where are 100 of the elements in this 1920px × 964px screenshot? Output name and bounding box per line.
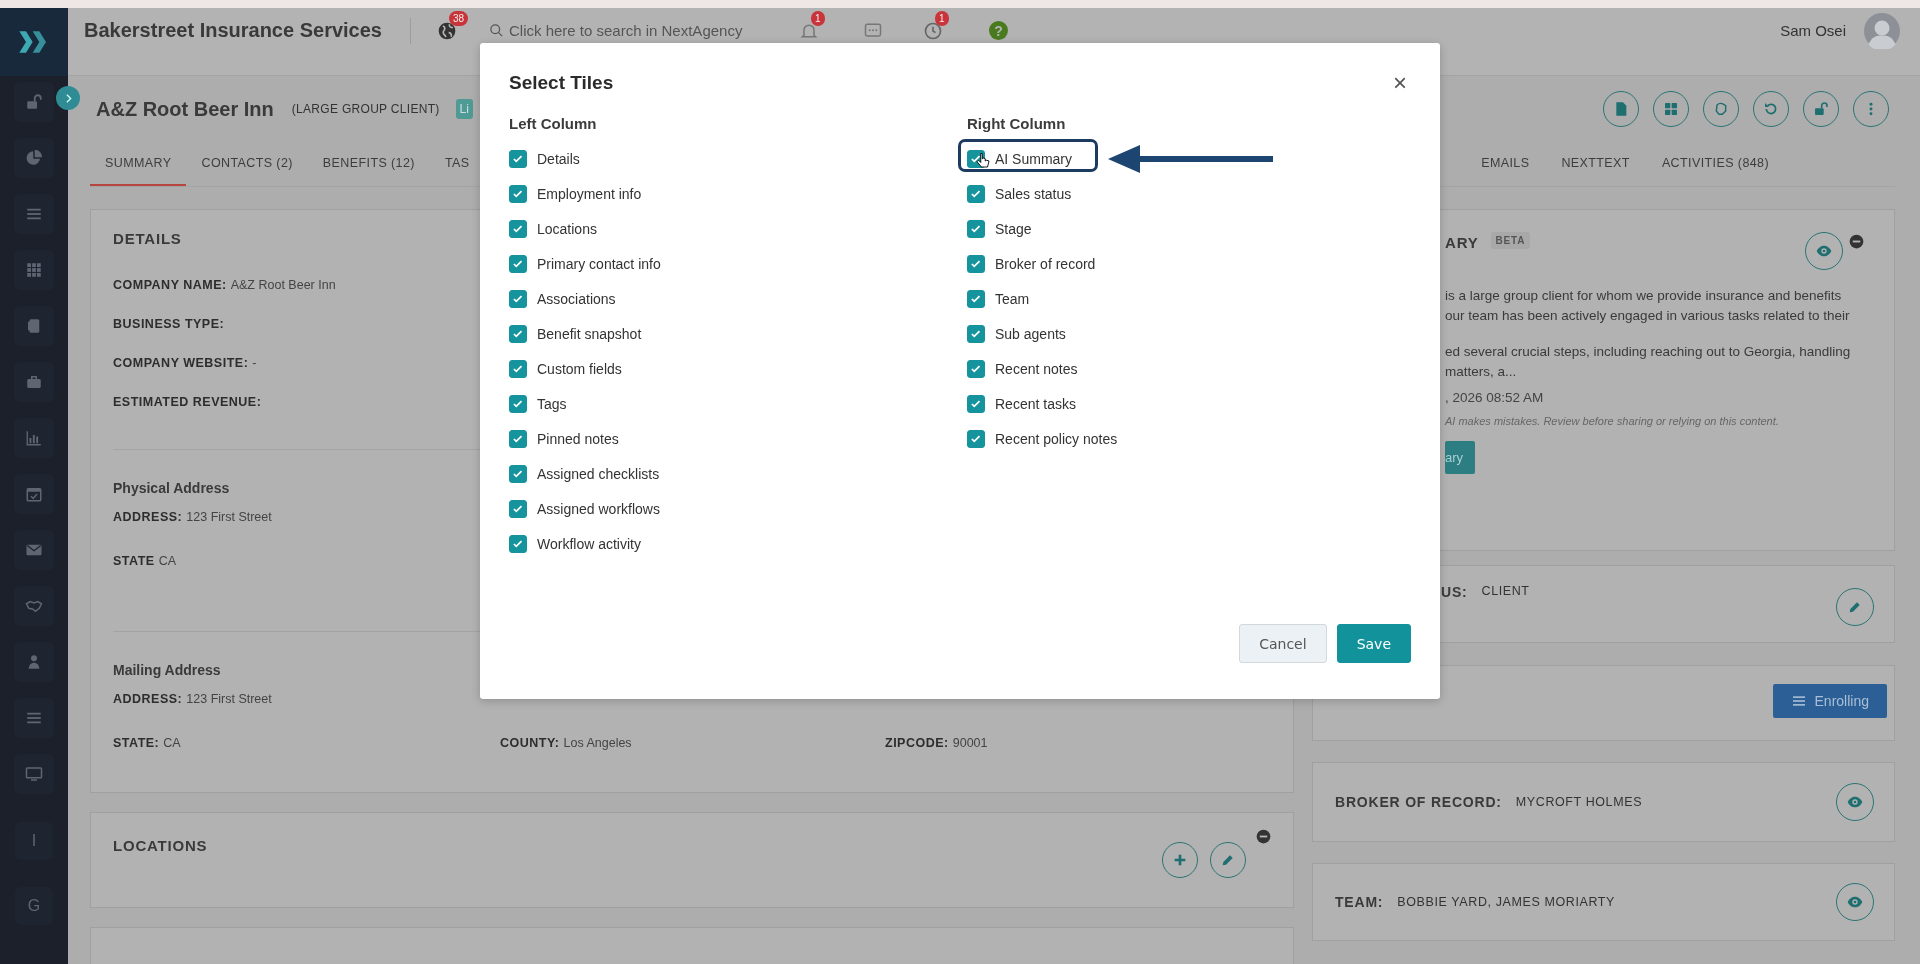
tile-option[interactable]: Assigned checklists — [509, 460, 660, 487]
card-title: BROKER OF RECORD: — [1335, 794, 1502, 810]
sidebar-button[interactable] — [14, 474, 54, 514]
tab[interactable]: SUMMARY — [90, 142, 187, 186]
tile-option[interactable]: Primary contact info — [509, 250, 661, 277]
sidebar-button[interactable] — [14, 250, 54, 290]
checkbox[interactable] — [967, 394, 985, 413]
checkbox[interactable] — [509, 289, 527, 308]
clock-icon[interactable] — [922, 20, 943, 41]
card-value: CLIENT — [1481, 584, 1530, 598]
tile-option[interactable]: Custom fields — [509, 355, 622, 382]
sidebar-button[interactable] — [14, 642, 54, 682]
stage-button[interactable]: Enrolling — [1772, 684, 1887, 718]
sidebar-button[interactable] — [14, 138, 54, 178]
tab[interactable]: NEXTTEXT — [1545, 142, 1646, 186]
checkbox[interactable] — [509, 149, 527, 168]
tab[interactable]: CONTACTS (2) — [186, 142, 308, 186]
tab[interactable]: EMAILS — [1465, 142, 1546, 186]
checkbox[interactable] — [509, 184, 527, 203]
remove-icon[interactable] — [1849, 234, 1864, 249]
notification-badge: 38 — [448, 10, 469, 26]
list-icon — [1790, 693, 1807, 709]
pdf-icon — [1613, 101, 1629, 117]
calendar-icon — [25, 485, 43, 503]
plus-icon — [1172, 852, 1188, 868]
remove-icon[interactable] — [1256, 829, 1271, 844]
field-value: CA — [158, 554, 176, 568]
tile-option[interactable]: Benefit snapshot — [509, 320, 642, 347]
tile-option[interactable]: Details — [509, 145, 580, 172]
tile-option[interactable]: Recent policy notes — [967, 425, 1118, 452]
checkbox[interactable] — [509, 324, 527, 343]
tile-option[interactable]: Sub agents — [967, 320, 1066, 347]
field-label: ESTIMATED REVENUE: — [113, 395, 262, 409]
field-value: Los Angeles — [563, 736, 632, 750]
tile-option[interactable]: Broker of record — [967, 250, 1096, 277]
sidebar-button[interactable] — [14, 194, 54, 234]
sidebar-button[interactable] — [14, 754, 54, 794]
sidebar-button[interactable] — [14, 698, 54, 738]
tile-option[interactable]: Sales status — [967, 180, 1072, 207]
checkbox[interactable] — [967, 219, 985, 238]
checkbox[interactable] — [967, 184, 985, 203]
cancel-button[interactable]: Cancel — [1239, 624, 1327, 663]
dialog-title: Select Tiles — [509, 72, 614, 94]
checkbox[interactable] — [509, 359, 527, 378]
checkbox[interactable] — [509, 429, 527, 448]
field-label: ADDRESS: — [113, 692, 183, 706]
save-button[interactable]: Save — [1336, 624, 1411, 663]
tile-option[interactable]: Assigned workflows — [509, 495, 660, 522]
checkbox[interactable] — [509, 534, 527, 553]
tile-option[interactable]: Employment info — [509, 180, 642, 207]
summary-text: is a large group client for whom we provide insurance and benefits — [1445, 287, 1843, 305]
grid-icon — [25, 261, 43, 279]
column-heading: Right Column — [967, 115, 1067, 132]
notification-badge: 1 — [934, 10, 949, 26]
field-value: - — [252, 356, 257, 370]
tile-option[interactable]: Stage — [967, 215, 1032, 242]
checkbox[interactable] — [967, 429, 985, 448]
field-label: BUSINESS TYPE: — [113, 317, 225, 331]
checkbox[interactable] — [509, 394, 527, 413]
checkbox[interactable] — [967, 324, 985, 343]
sidebar-button[interactable] — [14, 586, 54, 626]
tile-option[interactable]: Team — [967, 285, 1030, 312]
sidebar-button[interactable] — [14, 530, 54, 570]
checkbox[interactable] — [509, 254, 527, 273]
sidebar-button[interactable] — [14, 362, 54, 402]
beta-badge: BETA — [1490, 232, 1531, 249]
tab[interactable]: ACTIVITIES (848) — [1645, 142, 1785, 186]
disclaimer-text: AI makes mistakes. Review before sharing or relying on this content. — [1445, 415, 1780, 427]
checkbox[interactable] — [967, 359, 985, 378]
tile-option[interactable]: Recent tasks — [967, 390, 1076, 417]
eye-icon — [1847, 894, 1863, 910]
tile-option[interactable]: Workflow activity — [509, 530, 641, 557]
card-title: TEAM: — [1335, 894, 1384, 910]
sidebar-button[interactable] — [14, 418, 54, 458]
field-label: COUNTY: — [500, 736, 560, 750]
field-value: CA — [163, 736, 181, 750]
tile-option[interactable]: Tags — [509, 390, 567, 417]
close-button[interactable]: × — [1393, 69, 1407, 97]
expand-toggle[interactable] — [56, 86, 80, 110]
tab[interactable]: TAS — [429, 142, 485, 186]
tile-option[interactable]: Pinned notes — [509, 425, 619, 452]
checkbox[interactable] — [509, 464, 527, 483]
tile-option[interactable]: Recent notes — [967, 355, 1078, 382]
sidebar-button[interactable] — [14, 306, 54, 346]
checkbox[interactable] — [967, 254, 985, 273]
card-title: DETAILS — [113, 230, 182, 247]
checkbox[interactable] — [967, 289, 985, 308]
globe-icon[interactable] — [436, 20, 457, 41]
checkbox[interactable] — [509, 499, 527, 518]
record-title: A&Z Root Beer Inn — [96, 97, 274, 121]
tab[interactable]: BENEFITS (12) — [307, 142, 430, 186]
avatar[interactable] — [1864, 12, 1900, 49]
company-name: Bakerstreet Insurance Services — [84, 19, 382, 42]
checkbox[interactable] — [509, 219, 527, 238]
field-label: ZIPCODE: — [885, 736, 949, 750]
refresh-icon — [1763, 101, 1779, 117]
tile-option[interactable]: Associations — [509, 285, 616, 312]
search-field[interactable]: Click here to search in NextAgency — [488, 22, 779, 39]
field-label: STATE: — [113, 736, 160, 750]
tile-option[interactable]: Locations — [509, 215, 597, 242]
